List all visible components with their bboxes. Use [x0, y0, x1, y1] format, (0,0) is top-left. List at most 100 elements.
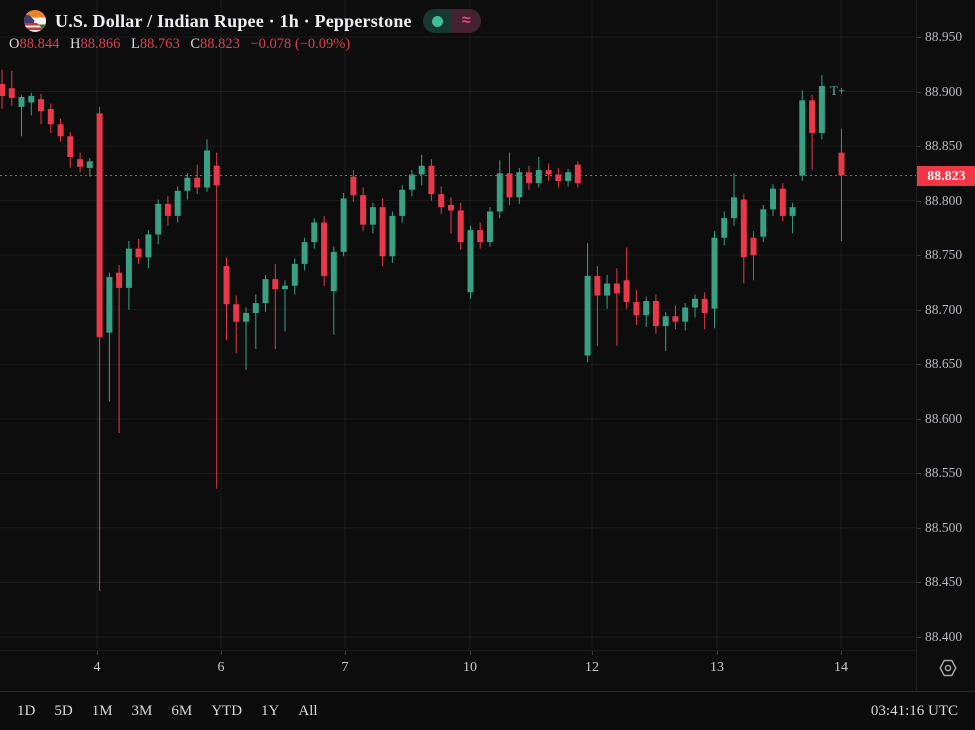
range-button-all[interactable]: All — [298, 703, 317, 720]
range-button-1y[interactable]: 1Y — [261, 703, 279, 720]
legend-high-value: 88.866 — [80, 36, 120, 52]
price-tick-mark — [917, 255, 921, 256]
clock-utc[interactable]: 03:41:16 UTC — [871, 703, 958, 720]
candle-body — [507, 173, 513, 197]
market-status-dot-icon — [423, 9, 452, 33]
price-tick-label: 88.600 — [925, 411, 975, 427]
legend-low-label: L — [131, 36, 140, 52]
candle-body — [253, 303, 259, 313]
candle-body — [702, 299, 708, 313]
price-tick-label: 88.400 — [925, 629, 975, 645]
candle-body — [477, 230, 483, 242]
candle-body — [419, 166, 425, 175]
candle-body — [565, 172, 571, 181]
bottom-toolbar: 1D 5D 1M 3M 6M YTD 1Y All 03:41:16 UTC — [0, 691, 975, 730]
candle-body — [87, 161, 93, 168]
time-tick-label: 6 — [206, 660, 236, 676]
candle-body — [633, 302, 639, 315]
time-tick-label: 13 — [702, 660, 732, 676]
price-tick-mark — [917, 419, 921, 420]
range-button-ytd[interactable]: YTD — [211, 703, 242, 720]
ohlc-legend: O88.844 H88.866 L88.763 C88.823 −0.078 (… — [9, 36, 481, 53]
candle-body — [145, 234, 151, 257]
candle-body — [272, 279, 278, 289]
candle-body — [653, 301, 659, 326]
candle-body — [672, 316, 678, 321]
candle-body — [38, 99, 44, 111]
candle-body — [663, 316, 669, 326]
legend-close-label: C — [190, 36, 200, 52]
candle-body — [780, 189, 786, 216]
candle-body — [311, 222, 317, 242]
candle-body — [839, 153, 845, 176]
candle-body — [224, 266, 230, 304]
candle-body — [770, 189, 776, 210]
candle-body — [468, 230, 474, 292]
candle-body — [341, 198, 347, 251]
candle-body — [194, 178, 200, 188]
candle-body — [721, 218, 727, 238]
symbol-title[interactable]: U.S. Dollar / Indian Rupee · 1h · Pepper… — [55, 11, 412, 32]
time-axis[interactable]: 46710121314 — [0, 650, 916, 691]
candle-body — [399, 190, 405, 216]
candle-body — [0, 84, 5, 96]
candle-body — [585, 276, 591, 356]
time-tick-mark — [592, 651, 593, 655]
range-button-6m[interactable]: 6M — [171, 703, 192, 720]
price-tick-label: 88.850 — [925, 138, 975, 154]
price-tick-label: 88.700 — [925, 302, 975, 318]
time-tick-mark — [717, 651, 718, 655]
candle-body — [331, 252, 337, 291]
price-tick-label: 88.450 — [925, 574, 975, 590]
candle-body — [233, 304, 239, 321]
range-button-3m[interactable]: 3M — [132, 703, 153, 720]
candle-body — [28, 96, 34, 103]
candle-body — [682, 308, 688, 322]
price-axis[interactable]: 88.823 88.95088.90088.85088.80088.75088.… — [916, 0, 975, 691]
candle-body — [438, 194, 444, 207]
candle-body — [760, 209, 766, 236]
candle-body — [741, 200, 747, 258]
time-tick-mark — [345, 651, 346, 655]
candle-body — [19, 97, 25, 107]
price-tick-mark — [917, 146, 921, 147]
price-tick-mark — [917, 364, 921, 365]
range-button-5d[interactable]: 5D — [54, 703, 72, 720]
price-scale-settings-button[interactable] — [936, 656, 960, 680]
candle-body — [624, 280, 630, 302]
market-status-toggle[interactable]: ≈ — [423, 9, 481, 33]
candle-body — [263, 279, 269, 303]
candle-body — [243, 313, 249, 322]
candle-body — [136, 249, 142, 258]
candle-body — [458, 210, 464, 242]
current-price-label: 88.823 — [917, 166, 975, 186]
price-tick-label: 88.950 — [925, 29, 975, 45]
time-tick-label: 12 — [577, 660, 607, 676]
candle-body — [155, 204, 161, 235]
approx-data-icon: ≈ — [452, 9, 481, 33]
range-buttons: 1D 5D 1M 3M 6M YTD 1Y All — [17, 703, 337, 720]
chart-canvas[interactable]: T+ — [0, 0, 916, 650]
candle-body — [106, 277, 112, 333]
legend-high-label: H — [70, 36, 80, 52]
time-tick-label: 14 — [826, 660, 856, 676]
trading-chart-app: T+ 88.823 88.95088.90088.85088.80088.750… — [0, 0, 975, 730]
price-tick-mark — [917, 637, 921, 638]
gear-icon — [936, 656, 960, 680]
candle-body — [360, 195, 366, 224]
price-tick-mark — [917, 37, 921, 38]
legend-change-value: −0.078 (−0.09%) — [251, 36, 351, 52]
candle-body — [126, 249, 132, 288]
price-tick-mark — [917, 201, 921, 202]
price-tick-label: 88.800 — [925, 193, 975, 209]
range-button-1d[interactable]: 1D — [17, 703, 35, 720]
price-tick-mark — [917, 310, 921, 311]
candle-body — [175, 191, 181, 216]
candle-body — [594, 276, 600, 296]
candle-body — [321, 222, 327, 275]
time-tick-mark — [470, 651, 471, 655]
usd-inr-flag-icon — [24, 10, 46, 32]
candle-body — [604, 284, 610, 296]
range-button-1m[interactable]: 1M — [92, 703, 113, 720]
price-tick-label: 88.550 — [925, 465, 975, 481]
